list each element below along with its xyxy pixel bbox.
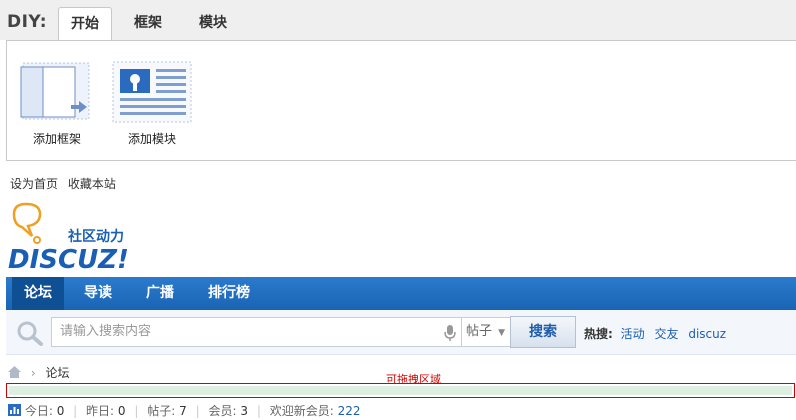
search-icon (17, 321, 43, 346)
module-icon (112, 61, 192, 123)
members-count: 3 (240, 404, 248, 418)
drop-area[interactable] (6, 383, 795, 398)
today-label: 今日: (24, 404, 53, 418)
search-button[interactable]: 搜索 (510, 316, 576, 348)
diy-toolbar (0, 0, 796, 40)
add-module-label: 添加模块 (127, 132, 176, 146)
today-count: 0 (56, 404, 65, 418)
bookmark-link[interactable]: 收藏本站 (68, 177, 116, 191)
hot-word[interactable]: 活动 (621, 327, 645, 341)
search-type-select[interactable]: 帖子 ▼ (461, 317, 511, 347)
logo-tagline: 社区动力 (67, 228, 124, 245)
add-module-button[interactable]: 添加模块 (112, 61, 192, 147)
newest-member-link[interactable]: 222 (338, 404, 361, 418)
logo-brand: DISCUZ! (8, 245, 129, 272)
breadcrumb-separator: › (30, 366, 36, 380)
nav-ranking[interactable]: 排行榜 (196, 277, 262, 310)
diy-tab-module[interactable]: 模块 (187, 7, 239, 41)
breadcrumb: › 论坛 (8, 364, 69, 381)
search-input[interactable]: 请输入搜索内容 (51, 317, 465, 347)
set-homepage-link[interactable]: 设为首页 (10, 177, 58, 191)
nav-guide[interactable]: 导读 (72, 277, 124, 310)
main-nav: 论坛 导读 广播 排行榜 (6, 277, 796, 310)
nav-broadcast[interactable]: 广播 (134, 277, 186, 310)
hot-word[interactable]: 交友 (654, 327, 678, 341)
yesterday-label: 昨日: (86, 404, 115, 418)
breadcrumb-current: 论坛 (45, 366, 70, 380)
diy-body: 添加框架 添加模块 (6, 40, 796, 161)
diy-title: DIY: (7, 12, 48, 32)
top-links: 设为首页 收藏本站 (10, 175, 122, 192)
diy-tab-frame[interactable]: 框架 (122, 7, 174, 41)
search-bar: 请输入搜索内容 帖子 ▼ 搜索 热搜: 活动 交友 discuz (6, 310, 796, 355)
hot-label: 热搜: (584, 327, 613, 341)
members-label: 会员: (208, 404, 237, 418)
discuz-logo-icon: 社区动力 DISCUZ! (8, 202, 129, 275)
forum-stats: 今日: 0 | 昨日: 0 | 帖子: 7 | 会员: 3 | 欢迎新会员: 2… (8, 402, 360, 419)
hot-searches: 热搜: 活动 交友 discuz (584, 325, 732, 342)
posts-label: 帖子: (147, 404, 176, 418)
welcome-label: 欢迎新会员: (269, 404, 334, 418)
search-type-value: 帖子 (466, 324, 493, 339)
diy-panel: DIY: 开始 框架 模块 添加框架 添加模块 (0, 0, 796, 174)
add-frame-button[interactable]: 添加框架 (17, 61, 97, 147)
microphone-icon[interactable] (444, 325, 456, 341)
chevron-down-icon: ▼ (498, 328, 506, 338)
posts-count: 7 (179, 404, 187, 418)
diy-tab-start[interactable]: 开始 (58, 7, 112, 41)
yesterday-count: 0 (117, 404, 126, 418)
frame-icon (20, 62, 90, 120)
home-icon[interactable] (8, 366, 21, 378)
nav-forum[interactable]: 论坛 (12, 277, 64, 310)
add-frame-label: 添加框架 (32, 132, 81, 146)
stats-icon (8, 404, 21, 416)
hot-word[interactable]: discuz (688, 327, 726, 341)
site-logo[interactable]: 社区动力 DISCUZ! (6, 200, 146, 275)
